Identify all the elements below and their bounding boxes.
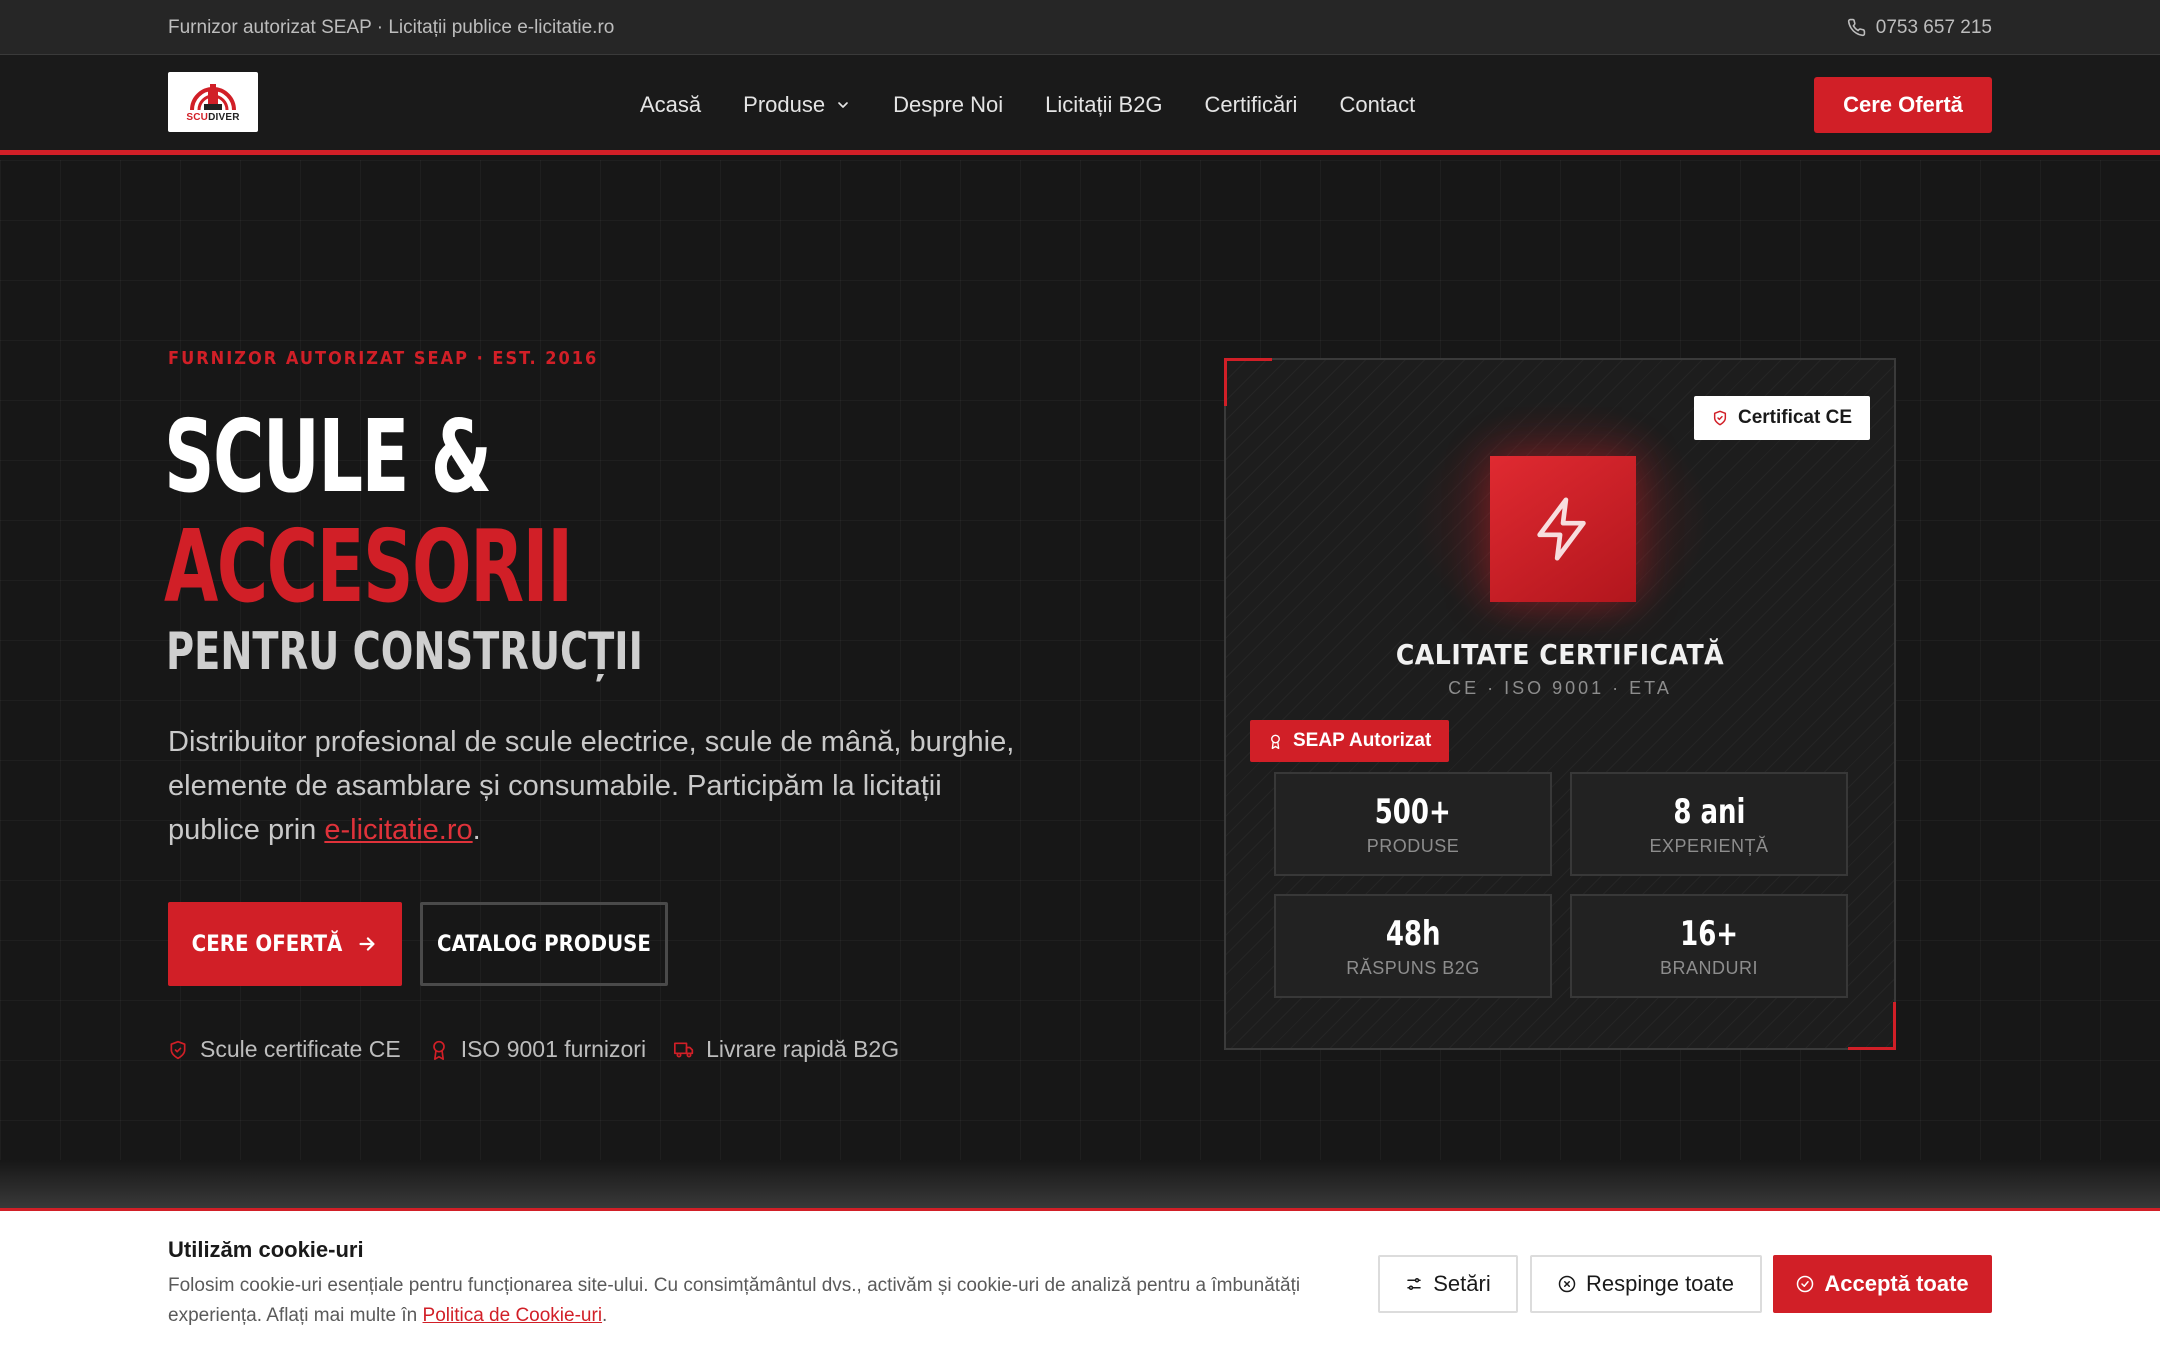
stat-tile: 8 ani EXPERIENȚĂ: [1570, 772, 1848, 876]
phone-icon: [1847, 18, 1865, 37]
hero-features: Scule certificate CE ISO 9001 furnizori …: [168, 1036, 899, 1063]
stat-label: PRODUSE: [1366, 835, 1460, 856]
bolt-tile: [1490, 456, 1636, 602]
certification-card: Certificat CE CALITATE CERTIFICATĂ CE · …: [1224, 358, 1896, 1050]
hero-request-quote-button[interactable]: CERE OFERTĂ: [168, 902, 402, 986]
nav-links: Acasă Produse Despre Noi Licitații B2G C…: [640, 55, 1415, 155]
hero-title-line1: SCULE &: [164, 398, 492, 515]
stat-value: 8 ani: [1672, 791, 1746, 832]
ce-certified-badge: Certificat CE: [1693, 396, 1870, 440]
shield-check-icon: [170, 1040, 186, 1059]
cookie-accept-label: Acceptă toate: [1824, 1271, 1969, 1296]
card-corner-accent: [1848, 1002, 1896, 1050]
sliders-icon: [1407, 1278, 1421, 1290]
top-bar: Furnizor autorizat SEAP · Licitații publ…: [0, 0, 2160, 55]
truck-icon: [674, 1042, 694, 1057]
hero-description-text: Distribuitor profesional de scule electr…: [168, 726, 1015, 846]
top-bar-phone[interactable]: 0753 657 215: [1847, 0, 1992, 55]
cookie-accept-all-button[interactable]: Acceptă toate: [1773, 1255, 1992, 1313]
logo-text-b: DIVER: [208, 112, 240, 123]
hero-title-line2: ACCESORII: [164, 508, 573, 625]
x-circle-icon: [1558, 1275, 1576, 1293]
stat-label: EXPERIENȚĂ: [1649, 835, 1769, 856]
cookie-title: Utilizăm cookie-uri: [168, 1237, 364, 1262]
cookie-reject-all-button[interactable]: Respinge toate: [1530, 1255, 1762, 1313]
logo-wordmark: SCUDIVER: [186, 112, 239, 124]
hero-request-quote-label: CERE OFERTĂ: [191, 931, 343, 957]
ce-badge-label: Certificat CE: [1737, 407, 1852, 428]
hero-section: FURNIZOR AUTORIZAT SEAP · EST. 2016 SCUL…: [0, 160, 2160, 1210]
logo-text-a: SCU: [186, 112, 209, 123]
hero-bottom-fade: [0, 1160, 2160, 1210]
cookie-reject-label: Respinge toate: [1586, 1271, 1734, 1296]
feature-item: Scule certificate CE: [168, 1036, 401, 1063]
nav-item-despre-noi[interactable]: Despre Noi: [893, 92, 1003, 118]
stat-value: 48h: [1385, 913, 1441, 954]
stat-tile: 48h RĂSPUNS B2G: [1274, 894, 1552, 998]
stat-value: 500+: [1374, 791, 1452, 832]
logo[interactable]: SCUDIVER: [168, 72, 258, 132]
cookie-description: Folosim cookie-uri esențiale pentru func…: [168, 1271, 1348, 1331]
nav-item-certificari[interactable]: Certificări: [1205, 92, 1298, 118]
card-corner-accent: [1224, 358, 1272, 406]
stat-tile: 500+ PRODUSE: [1274, 772, 1552, 876]
phone-number: 0753 657 215: [1875, 16, 1992, 38]
award-icon: [432, 1040, 445, 1060]
card-subtitle: CE · ISO 9001 · ETA: [1448, 678, 1672, 698]
nav-item-contact[interactable]: Contact: [1339, 92, 1415, 118]
cookie-banner: Utilizăm cookie-uri Folosim cookie-uri e…: [0, 1208, 2160, 1350]
stat-value: 16+: [1680, 913, 1738, 954]
stats-grid: 500+ PRODUSE 8 ani EXPERIENȚĂ 48h RĂSPUN…: [1274, 772, 1848, 998]
nav-item-acasa[interactable]: Acasă: [640, 92, 701, 118]
seap-badge-label: SEAP Autorizat: [1293, 730, 1432, 751]
e-licitatie-link[interactable]: e-licitatie.ro: [324, 814, 472, 846]
seap-authorized-badge: SEAP Autorizat: [1250, 720, 1450, 762]
cookie-policy-link[interactable]: Politica de Cookie-uri: [423, 1305, 603, 1326]
hero-description-end: .: [472, 814, 481, 846]
chevron-down-icon: [838, 102, 848, 108]
card-title: CALITATE CERTIFICATĂ: [1395, 638, 1725, 671]
cookie-settings-label: Setări: [1433, 1271, 1491, 1296]
product-catalog-button[interactable]: CATALOG PRODUSE: [420, 902, 668, 986]
feature-label: Scule certificate CE: [200, 1036, 401, 1062]
stat-label: BRANDURI: [1659, 957, 1758, 978]
feature-item: Livrare rapidă B2G: [674, 1036, 899, 1063]
shield-check-icon: [1713, 410, 1727, 426]
hero-description: Distribuitor profesional de scule electr…: [168, 720, 1028, 852]
award-icon: [1271, 734, 1280, 749]
cookie-text-end: .: [602, 1305, 608, 1326]
feature-label: Livrare rapidă B2G: [706, 1036, 900, 1062]
request-quote-button[interactable]: Cere Ofertă: [1814, 77, 1992, 133]
top-bar-tagline: Furnizor autorizat SEAP · Licitații publ…: [168, 17, 615, 38]
check-circle-icon: [1797, 1275, 1814, 1293]
feature-item: ISO 9001 furnizori: [429, 1036, 646, 1063]
hero-subtitle: PENTRU CONSTRUCȚII: [166, 622, 643, 682]
hero-eyebrow: FURNIZOR AUTORIZAT SEAP · EST. 2016: [168, 348, 599, 369]
cookie-text: Folosim cookie-uri esențiale pentru func…: [168, 1275, 1301, 1326]
nav-item-licitatii[interactable]: Licitații B2G: [1045, 92, 1162, 118]
lightning-bolt-icon: [1537, 497, 1586, 561]
cookie-settings-button[interactable]: Setări: [1378, 1255, 1518, 1313]
stat-tile: 16+ BRANDURI: [1570, 894, 1848, 998]
logo-emblem-icon: [190, 84, 236, 111]
main-nav: SCUDIVER Acasă Produse Despre Noi Licita…: [0, 55, 2160, 155]
nav-item-produse[interactable]: Produse: [743, 92, 851, 118]
feature-label: ISO 9001 furnizori: [460, 1036, 647, 1062]
nav-item-produse-label: Produse: [743, 92, 826, 117]
stat-label: RĂSPUNS B2G: [1346, 957, 1480, 978]
arrow-right-icon: [359, 937, 375, 951]
